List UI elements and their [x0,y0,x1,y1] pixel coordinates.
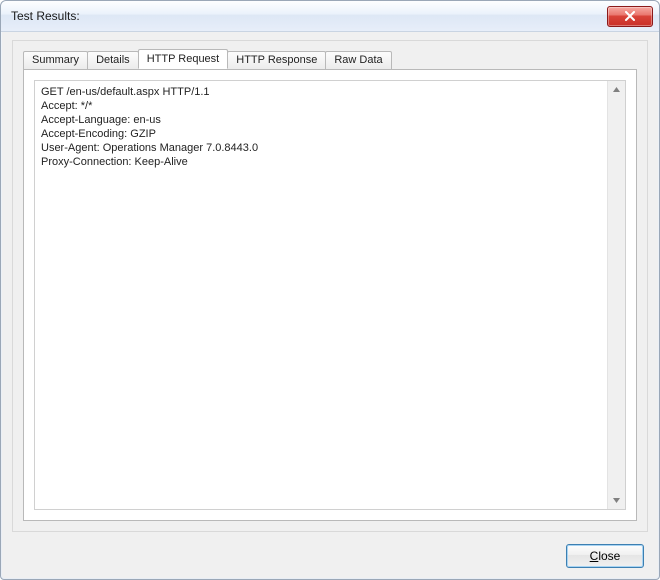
close-button[interactable]: Close [566,544,644,568]
tab-summary[interactable]: Summary [23,51,88,70]
dialog-window: Test Results: Summary Details HTTP Reque… [0,0,660,580]
tab-raw-data[interactable]: Raw Data [325,51,391,70]
vertical-scrollbar[interactable] [607,81,625,509]
tab-http-response[interactable]: HTTP Response [227,51,326,70]
client-area: Summary Details HTTP Request HTTP Respon… [2,32,658,578]
tab-strip: Summary Details HTTP Request HTTP Respon… [23,49,637,69]
tab-details[interactable]: Details [87,51,139,70]
close-button-rest: lose [598,549,620,563]
close-icon [624,11,636,21]
content-frame: Summary Details HTTP Request HTTP Respon… [12,40,648,532]
request-text[interactable]: GET /en-us/default.aspx HTTP/1.1 Accept:… [35,81,607,509]
scroll-down-icon[interactable] [608,492,625,509]
window-close-button[interactable] [607,6,653,27]
request-text-pane: GET /en-us/default.aspx HTTP/1.1 Accept:… [34,80,626,510]
tab-page: GET /en-us/default.aspx HTTP/1.1 Accept:… [23,69,637,521]
dialog-footer: Close [566,544,644,568]
titlebar: Test Results: [1,1,659,32]
scroll-up-icon[interactable] [608,81,625,98]
tab-http-request[interactable]: HTTP Request [138,49,229,69]
window-title: Test Results: [11,9,607,23]
